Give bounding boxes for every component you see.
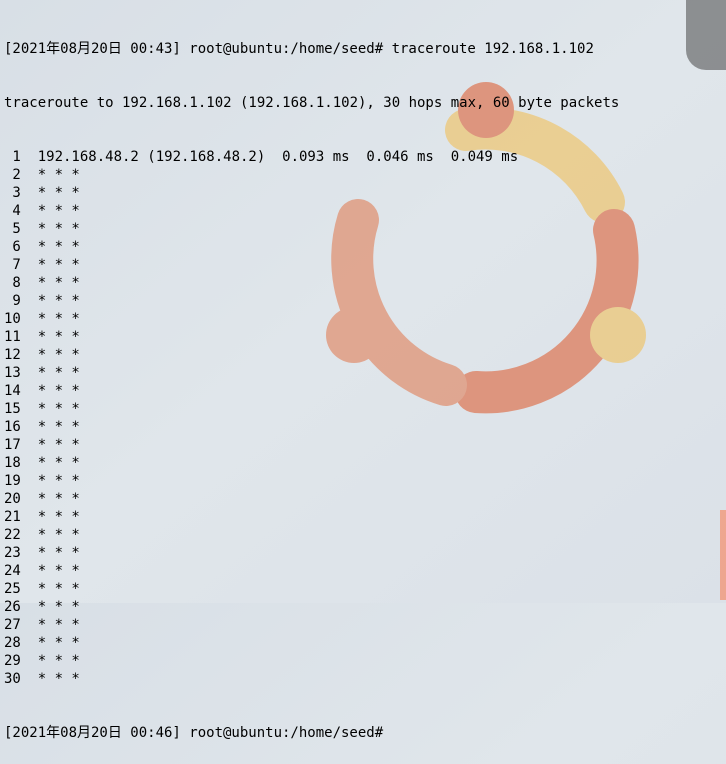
hop-row: 20 * * * — [4, 490, 722, 508]
hop-row: 8 * * * — [4, 274, 722, 292]
hop-row: 19 * * * — [4, 472, 722, 490]
hop-row: 12 * * * — [4, 346, 722, 364]
hop-row: 10 * * * — [4, 310, 722, 328]
hop-row: 25 * * * — [4, 580, 722, 598]
hop-list: 1 192.168.48.2 (192.168.48.2) 0.093 ms 0… — [4, 148, 722, 688]
hop-row: 16 * * * — [4, 418, 722, 436]
hop-row: 17 * * * — [4, 436, 722, 454]
hop-row: 6 * * * — [4, 238, 722, 256]
hop-row: 3 * * * — [4, 184, 722, 202]
hop-row: 4 * * * — [4, 202, 722, 220]
shell-prompt: [2021年08月20日 00:43] root@ubuntu:/home/se… — [4, 41, 392, 57]
hop-row: 9 * * * — [4, 292, 722, 310]
typed-command: traceroute 192.168.1.102 — [392, 41, 594, 57]
hop-row: 5 * * * — [4, 220, 722, 238]
terminal-output[interactable]: [2021年08月20日 00:43] root@ubuntu:/home/se… — [0, 0, 726, 764]
traceroute-header: traceroute to 192.168.1.102 (192.168.1.1… — [4, 94, 722, 112]
hop-row: 11 * * * — [4, 328, 722, 346]
hop-row: 26 * * * — [4, 598, 722, 616]
shell-prompt: [2021年08月20日 00:46] root@ubuntu:/home/se… — [4, 725, 392, 741]
hop-row: 2 * * * — [4, 166, 722, 184]
hop-row: 28 * * * — [4, 634, 722, 652]
hop-row: 27 * * * — [4, 616, 722, 634]
hop-row: 13 * * * — [4, 364, 722, 382]
hop-row: 18 * * * — [4, 454, 722, 472]
prompt-line-start: [2021年08月20日 00:43] root@ubuntu:/home/se… — [4, 40, 722, 58]
hop-row: 14 * * * — [4, 382, 722, 400]
hop-row: 15 * * * — [4, 400, 722, 418]
hop-row: 22 * * * — [4, 526, 722, 544]
hop-row: 21 * * * — [4, 508, 722, 526]
hop-row: 29 * * * — [4, 652, 722, 670]
hop-row: 30 * * * — [4, 670, 722, 688]
hop-row: 23 * * * — [4, 544, 722, 562]
prompt-line-end[interactable]: [2021年08月20日 00:46] root@ubuntu:/home/se… — [4, 724, 722, 742]
hop-row: 7 * * * — [4, 256, 722, 274]
hop-row: 1 192.168.48.2 (192.168.48.2) 0.093 ms 0… — [4, 148, 722, 166]
hop-row: 24 * * * — [4, 562, 722, 580]
